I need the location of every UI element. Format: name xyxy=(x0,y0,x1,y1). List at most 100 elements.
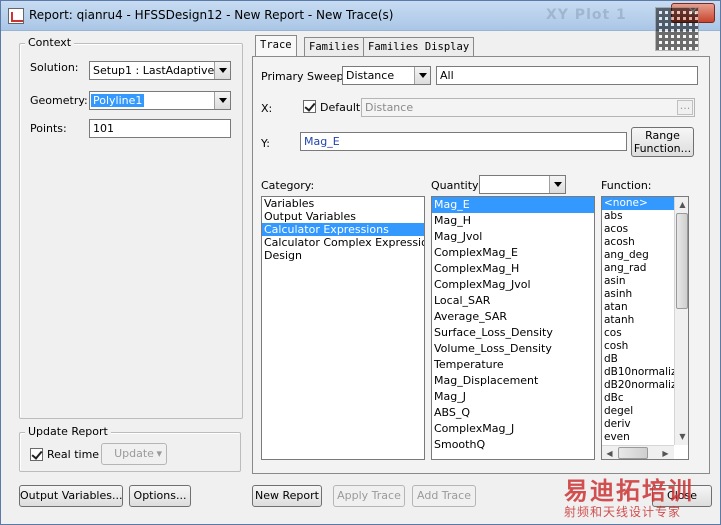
function-item[interactable]: ang_rad xyxy=(602,262,674,275)
function-item[interactable]: deriv xyxy=(602,418,674,431)
function-item[interactable]: asinh xyxy=(602,288,674,301)
x-expression-value: Distance xyxy=(365,101,414,114)
function-item[interactable]: abs xyxy=(602,210,674,223)
background-window-title: XY Plot 1 xyxy=(546,7,627,23)
points-input[interactable]: 101 xyxy=(89,119,231,138)
new-report-button[interactable]: New Report xyxy=(252,485,322,507)
tab-families-display[interactable]: Families Display xyxy=(363,37,475,57)
x-label: X: xyxy=(261,102,273,115)
quantity-list[interactable]: Mag_E Mag_H Mag_Jvol ComplexMag_E Comple… xyxy=(431,196,595,460)
quantity-item[interactable]: Mag_J xyxy=(432,389,594,405)
primary-sweep-value: Distance xyxy=(346,69,395,82)
category-item-output-variables[interactable]: Output Variables xyxy=(262,210,424,223)
ellipsis-icon[interactable]: ... xyxy=(677,100,693,115)
category-list[interactable]: Variables Output Variables Calculator Ex… xyxy=(261,196,425,460)
update-button-label: Update xyxy=(114,447,154,460)
apply-trace-button[interactable]: Apply Trace xyxy=(333,485,405,507)
function-item[interactable]: dB xyxy=(602,353,674,366)
category-item-calculator-complex-expressions[interactable]: Calculator Complex Expressions xyxy=(262,236,424,249)
chevron-down-icon[interactable] xyxy=(549,176,565,193)
quantity-item[interactable]: Temperature xyxy=(432,357,594,373)
range-function-button[interactable]: Range Function... xyxy=(631,127,694,157)
quantity-item[interactable]: SmoothQ xyxy=(432,437,594,453)
report-app-icon xyxy=(8,8,24,24)
output-variables-button[interactable]: Output Variables... xyxy=(19,485,123,507)
x-expression-input[interactable]: Distance ... xyxy=(361,98,695,117)
geometry-select[interactable]: Polyline1 xyxy=(89,91,231,110)
solution-value: Setup1 : LastAdaptive xyxy=(93,64,215,77)
chevron-down-icon[interactable] xyxy=(214,92,230,109)
scroll-right-icon[interactable]: ▶ xyxy=(658,446,673,459)
quantity-item[interactable]: ComplexMag_H xyxy=(432,261,594,277)
category-item-calculator-expressions[interactable]: Calculator Expressions xyxy=(262,223,424,236)
x-default-checkbox[interactable] xyxy=(303,100,316,113)
scroll-left-icon[interactable]: ◀ xyxy=(602,446,617,459)
quantity-item[interactable]: Mag_E xyxy=(432,197,594,213)
update-button[interactable]: Update ▾ xyxy=(101,443,167,465)
function-item[interactable]: dB10normalize xyxy=(602,366,674,379)
function-label: Function: xyxy=(601,179,652,192)
function-item[interactable]: asin xyxy=(602,275,674,288)
realtime-checkbox[interactable] xyxy=(30,448,43,461)
qr-code-watermark xyxy=(655,7,699,51)
function-item[interactable]: cosh xyxy=(602,340,674,353)
function-item[interactable]: dBc xyxy=(602,392,674,405)
scroll-down-icon[interactable]: ▼ xyxy=(675,429,688,444)
y-expression-input[interactable]: Mag_E xyxy=(300,132,627,151)
realtime-label: Real time xyxy=(47,448,100,461)
range-function-line1: Range xyxy=(645,129,680,142)
scroll-thumb[interactable] xyxy=(618,447,648,459)
function-item[interactable]: degel xyxy=(602,405,674,418)
category-item-design[interactable]: Design xyxy=(262,249,424,262)
quantity-item[interactable]: ComplexMag_Jvol xyxy=(432,277,594,293)
function-item[interactable]: even xyxy=(602,431,674,444)
y-label: Y: xyxy=(261,137,270,150)
range-function-line2: Function... xyxy=(633,142,692,155)
category-item-variables[interactable]: Variables xyxy=(262,197,424,210)
window-title: Report: qianru4 - HFSSDesign12 - New Rep… xyxy=(29,8,394,22)
quantity-item[interactable]: Average_SAR xyxy=(432,309,594,325)
update-report-label: Update Report xyxy=(25,425,111,438)
function-item[interactable]: dB20normalize xyxy=(602,379,674,392)
tab-families[interactable]: Families xyxy=(304,37,365,57)
function-vertical-scrollbar[interactable]: ▲ ▼ xyxy=(674,197,688,445)
quantity-item[interactable]: ComplexMag_J xyxy=(432,421,594,437)
add-trace-button[interactable]: Add Trace xyxy=(412,485,476,507)
scroll-up-icon[interactable]: ▲ xyxy=(675,197,688,212)
function-item[interactable]: atan xyxy=(602,301,674,314)
quantity-filter-select[interactable] xyxy=(479,175,566,194)
quantity-item[interactable]: Local_SAR xyxy=(432,293,594,309)
function-item[interactable]: atanh xyxy=(602,314,674,327)
function-item[interactable]: cos xyxy=(602,327,674,340)
title-bar[interactable]: Report: qianru4 - HFSSDesign12 - New Rep… xyxy=(1,1,720,31)
function-list[interactable]: <none> abs acos acosh ang_deg ang_rad as… xyxy=(601,196,689,460)
report-dialog: Report: qianru4 - HFSSDesign12 - New Rep… xyxy=(0,0,721,525)
primary-sweep-label: Primary Sweep: xyxy=(261,70,348,83)
quantity-item[interactable]: Mag_Displacement xyxy=(432,373,594,389)
scroll-thumb[interactable] xyxy=(676,213,688,309)
quantity-item[interactable]: ComplexMag_E xyxy=(432,245,594,261)
options-button[interactable]: Options... xyxy=(129,485,191,507)
chevron-down-icon[interactable] xyxy=(214,62,230,79)
quantity-item[interactable]: Volume_Loss_Density xyxy=(432,341,594,357)
primary-sweep-select[interactable]: Distance xyxy=(342,66,431,85)
quantity-item[interactable]: ABS_Q xyxy=(432,405,594,421)
quantity-item[interactable]: Mag_Jvol xyxy=(432,229,594,245)
quantity-item[interactable]: Surface_Loss_Density xyxy=(432,325,594,341)
geometry-value: Polyline1 xyxy=(91,94,145,107)
function-item[interactable]: <none> xyxy=(602,197,674,210)
function-item[interactable]: acos xyxy=(602,223,674,236)
tab-trace[interactable]: Trace xyxy=(255,35,297,57)
points-label: Points: xyxy=(30,122,67,135)
chevron-down-icon[interactable] xyxy=(414,67,430,84)
solution-select[interactable]: Setup1 : LastAdaptive xyxy=(89,61,231,80)
function-item[interactable]: ang_deg xyxy=(602,249,674,262)
quantity-item[interactable]: Mag_H xyxy=(432,213,594,229)
geometry-label: Geometry: xyxy=(30,94,88,107)
category-label: Category: xyxy=(261,179,315,192)
primary-sweep-range[interactable]: All xyxy=(436,66,698,85)
context-group-label: Context xyxy=(25,36,75,49)
function-item[interactable]: acosh xyxy=(602,236,674,249)
function-horizontal-scrollbar[interactable]: ◀ ▶ xyxy=(602,445,674,459)
chevron-down-icon: ▾ xyxy=(156,447,162,460)
